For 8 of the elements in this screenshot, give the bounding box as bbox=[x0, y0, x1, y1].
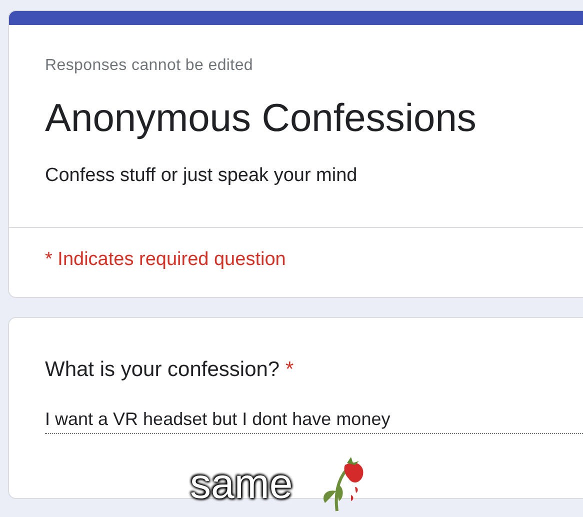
required-note: * Indicates required question bbox=[44, 248, 287, 272]
question-label: What is your confession? * bbox=[45, 358, 295, 382]
form-description: Confess stuff or just speak your mind bbox=[45, 165, 358, 187]
form-title: Anonymous Confessions bbox=[45, 97, 478, 141]
required-mark: * bbox=[285, 358, 294, 381]
notice-text: Responses cannot be edited bbox=[45, 57, 254, 75]
meme-caption: same bbox=[190, 460, 293, 508]
answer-field[interactable]: I want a VR headset but I dont have money bbox=[45, 409, 583, 434]
